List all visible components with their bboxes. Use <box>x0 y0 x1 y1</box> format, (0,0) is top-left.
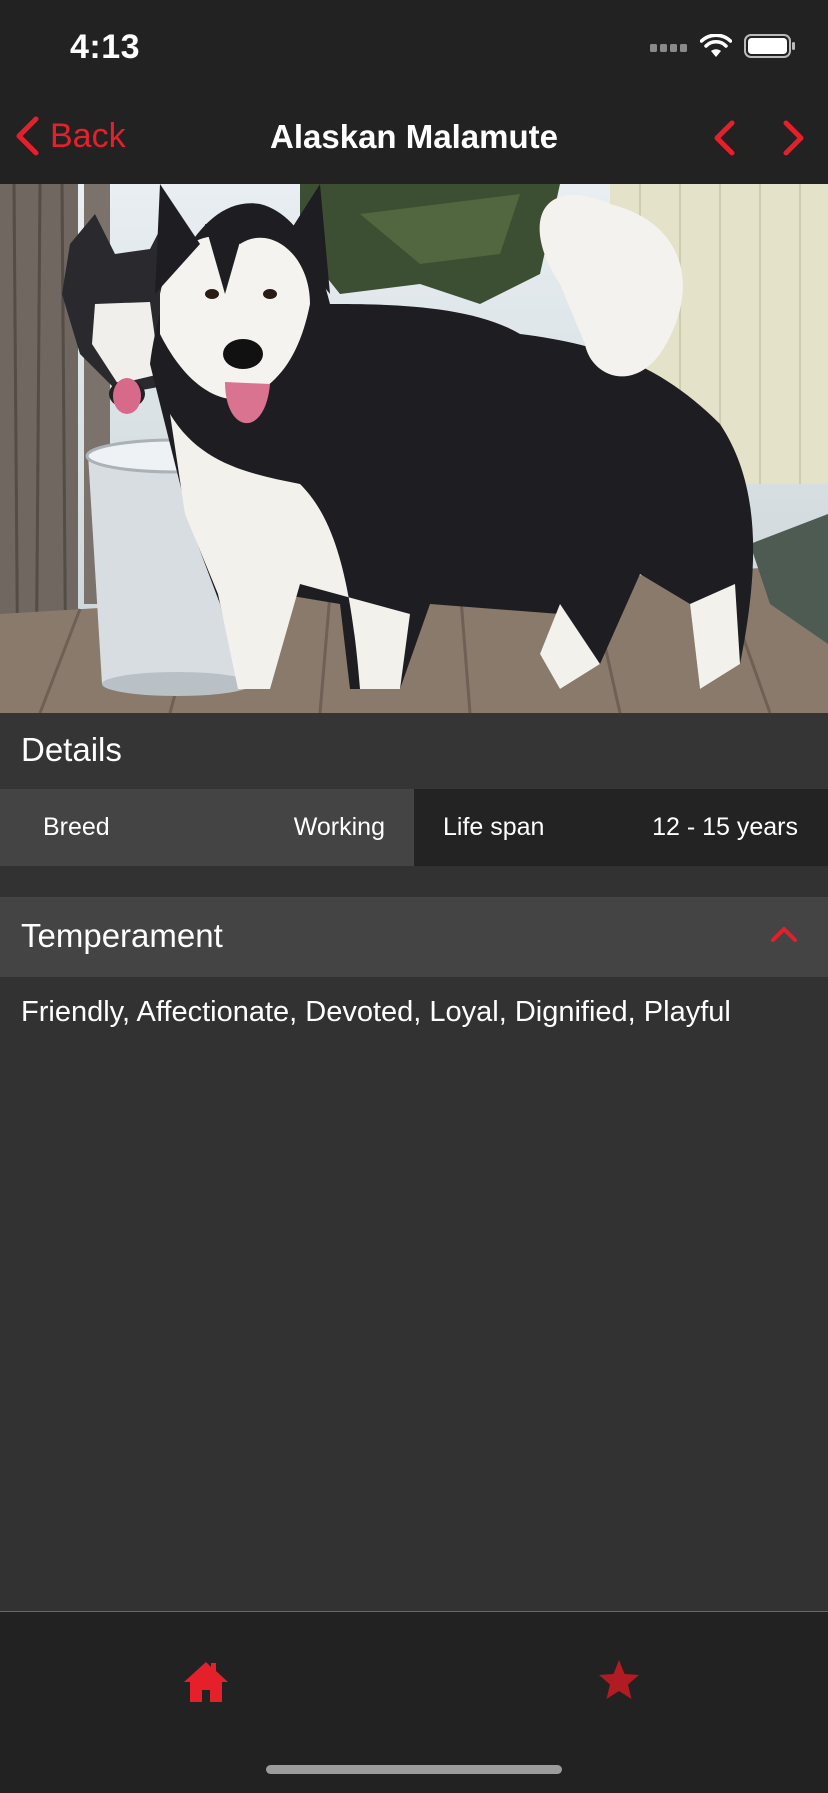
chevron-left-icon <box>16 116 39 156</box>
breed-cell: Breed Working <box>0 789 414 866</box>
status-time: 4:13 <box>70 28 141 66</box>
details-row: Breed Working Life span 12 - 15 years <box>0 789 828 866</box>
breed-value: Working <box>293 813 385 841</box>
home-icon <box>184 1662 228 1702</box>
temperament-text: Friendly, Affectionate, Devoted, Loyal, … <box>21 996 731 1028</box>
temperament-heading: Temperament <box>21 917 223 954</box>
battery-icon <box>744 34 795 58</box>
back-button[interactable]: Back <box>14 116 126 156</box>
lifespan-cell: Life span 12 - 15 years <box>414 789 828 866</box>
next-breed-button[interactable] <box>782 120 806 161</box>
details-heading: Details <box>21 731 122 768</box>
lifespan-label: Life span <box>443 813 545 841</box>
previous-breed-button[interactable] <box>712 120 736 161</box>
back-label: Back <box>50 116 126 155</box>
navigation-bar: Back Alaskan Malamute <box>0 90 828 184</box>
status-icons <box>650 34 796 58</box>
breed-label: Breed <box>43 813 110 841</box>
breed-photo <box>0 184 828 713</box>
cellular-signal-icon <box>650 44 687 52</box>
home-indicator[interactable] <box>266 1765 562 1774</box>
chevron-right-icon <box>783 120 804 156</box>
tab-home[interactable] <box>176 1650 236 1710</box>
status-bar: 4:13 <box>0 0 828 90</box>
temperament-header[interactable]: Temperament <box>0 897 828 977</box>
tab-favorites[interactable] <box>589 1650 649 1710</box>
chevron-up-icon <box>771 927 797 942</box>
wifi-icon <box>700 34 732 57</box>
star-icon <box>599 1660 639 1699</box>
details-section-header: Details <box>0 713 828 789</box>
chevron-left-icon <box>714 120 735 156</box>
lifespan-value: 12 - 15 years <box>652 813 798 841</box>
